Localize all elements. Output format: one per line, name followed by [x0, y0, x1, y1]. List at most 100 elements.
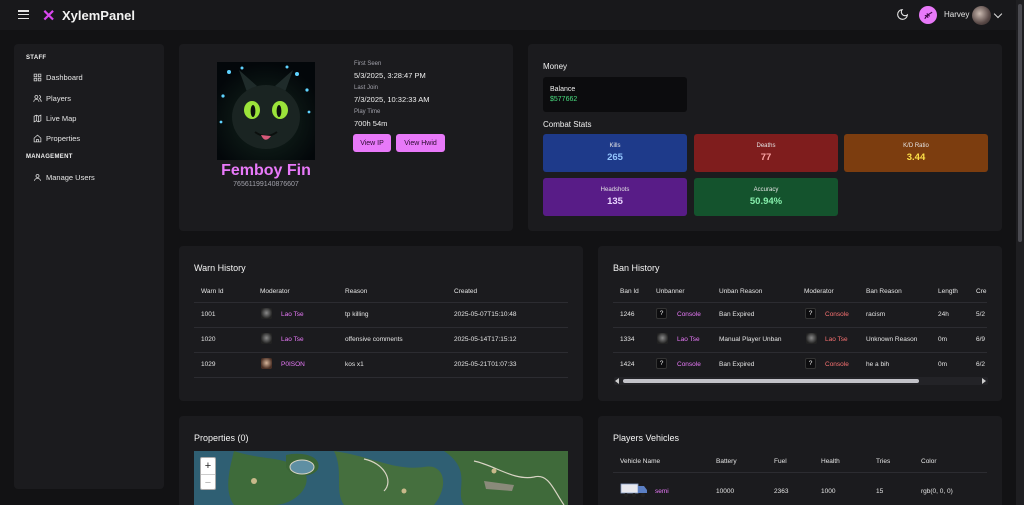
play-time-label: Play Time: [354, 109, 381, 115]
warn-created: 2025-05-21T01:07:33: [454, 361, 517, 368]
column-header[interactable]: Tries: [876, 458, 890, 465]
sidebar-item-dashboard[interactable]: Dashboard: [33, 71, 83, 83]
table-horizontal-scrollbar-thumb[interactable]: [623, 379, 919, 383]
unban-reason: Ban Expired: [719, 311, 755, 318]
scroll-right-icon[interactable]: [981, 378, 986, 384]
ban-length: 0m: [938, 361, 948, 368]
divider: [194, 327, 568, 328]
column-header[interactable]: Created: [454, 288, 477, 295]
view-ip-button[interactable]: View IP: [353, 134, 391, 152]
divider: [613, 472, 987, 473]
moderator-avatar: [806, 333, 817, 344]
menu-icon[interactable]: [18, 10, 29, 19]
divider: [613, 352, 987, 353]
zoom-in-button[interactable]: +: [201, 458, 215, 474]
sidebar-item-live-map[interactable]: Live Map: [33, 112, 76, 124]
properties-map[interactable]: [194, 451, 568, 505]
vehicle-battery: 10000: [716, 488, 735, 495]
moderator-link[interactable]: P0ISON: [281, 361, 305, 368]
ban-created: 6/9: [976, 336, 986, 343]
kd-ratio-label: K/D Ratio: [903, 143, 929, 149]
zoom-out-button[interactable]: −: [201, 474, 215, 490]
moderator-link[interactable]: Lao Tse: [825, 336, 848, 343]
ban-created: 6/2: [976, 361, 986, 368]
vehicles-title: Players Vehicles: [613, 433, 680, 443]
warn-created: 2025-05-14T17:15:12: [454, 336, 517, 343]
app-logo-icon: ✕: [42, 8, 56, 25]
page-scrollbar-thumb[interactable]: [1018, 4, 1022, 242]
avatar[interactable]: [972, 6, 991, 25]
moderator-avatar: [261, 308, 272, 319]
moderator-link[interactable]: Console: [825, 311, 849, 318]
sidebar-heading-staff: STAFF: [26, 55, 47, 61]
map-zoom-control: + −: [200, 457, 216, 490]
column-header[interactable]: Health: [821, 458, 840, 465]
column-header[interactable]: Moderator: [260, 288, 290, 295]
column-header[interactable]: Length: [938, 288, 958, 295]
warn-id: 1020: [201, 336, 216, 343]
vehicle-name-link[interactable]: semi: [655, 488, 669, 495]
warn-history-title: Warn History: [194, 263, 246, 273]
top-bar: ✕ XylemPanel Harvey: [0, 0, 1016, 30]
ban-reason: Unknown Reason: [866, 336, 918, 343]
unbanner-link[interactable]: Console: [677, 311, 701, 318]
column-header[interactable]: Vehicle Name: [620, 458, 660, 465]
view-hwid-button[interactable]: View Hwid: [396, 134, 445, 152]
last-join-label: Last Join: [354, 85, 379, 91]
ban-created: 5/2: [976, 311, 986, 318]
kd-ratio-value: 3.44: [906, 152, 926, 163]
unknown-avatar-icon: ?: [805, 358, 816, 369]
column-header[interactable]: Cre: [976, 288, 986, 295]
first-seen-value: 5/3/2025, 3:28:47 PM: [354, 71, 426, 80]
sidebar-item-players[interactable]: Players: [33, 92, 71, 104]
sidebar-item-properties[interactable]: Properties: [33, 132, 80, 144]
vehicle-health: 1000: [821, 488, 836, 495]
divider: [194, 302, 568, 303]
player-name: Femboy Fin: [221, 162, 311, 179]
column-header[interactable]: Unbanner: [656, 288, 685, 295]
chevron-down-icon[interactable]: [993, 9, 1003, 19]
deaths-value: 77: [760, 152, 772, 163]
accuracy-value: 50.94%: [749, 196, 783, 207]
moderator-avatar: [261, 358, 272, 369]
map-icon: [33, 114, 42, 122]
moderator-link[interactable]: Console: [825, 361, 849, 368]
unbanner-link[interactable]: Lao Tse: [677, 336, 700, 343]
user-role-icon[interactable]: [919, 6, 937, 24]
sidebar-item-label: Dashboard: [46, 72, 83, 82]
column-header[interactable]: Moderator: [804, 288, 834, 295]
unbanner-link[interactable]: Console: [677, 361, 701, 368]
truck-icon: [620, 483, 647, 497]
combat-stats-title: Combat Stats: [543, 120, 592, 129]
properties-title: Properties (0): [194, 433, 249, 443]
column-header[interactable]: Battery: [716, 458, 737, 465]
ban-id: 1334: [620, 336, 635, 343]
column-header[interactable]: Reason: [345, 288, 367, 295]
unknown-avatar-icon: ?: [805, 308, 816, 319]
balance-label: Balance: [550, 86, 576, 93]
sidebar-item-label: Manage Users: [46, 172, 95, 182]
player-avatar-art: [219, 65, 311, 149]
sidebar-heading-management: MANAGEMENT: [26, 154, 73, 160]
headshots-value: 135: [607, 196, 623, 207]
moon-icon[interactable]: [896, 8, 909, 21]
user-name[interactable]: Harvey: [944, 10, 969, 19]
balance-value: $577662: [550, 96, 578, 103]
moderator-link[interactable]: Lao Tse: [281, 311, 304, 318]
moderator-link[interactable]: Lao Tse: [281, 336, 304, 343]
scroll-left-icon[interactable]: [615, 378, 620, 384]
column-header[interactable]: Color: [921, 458, 937, 465]
kills-label: Kills: [609, 143, 621, 149]
deaths-stat: Deaths 77: [694, 134, 838, 172]
column-header[interactable]: Ban Reason: [866, 288, 902, 295]
app-title: XylemPanel: [62, 8, 135, 23]
column-header[interactable]: Ban Id: [620, 288, 639, 295]
vehicle-color: rgb(0, 0, 0): [921, 488, 953, 495]
column-header[interactable]: Unban Reason: [719, 288, 762, 295]
unban-reason: Manual Player Unban: [719, 336, 782, 343]
sidebar-item-manage-users[interactable]: Manage Users: [33, 171, 95, 183]
column-header[interactable]: Warn Id: [201, 288, 224, 295]
play-time-value: 700h 54m: [354, 119, 388, 128]
column-header[interactable]: Fuel: [774, 458, 787, 465]
unban-reason: Ban Expired: [719, 361, 755, 368]
